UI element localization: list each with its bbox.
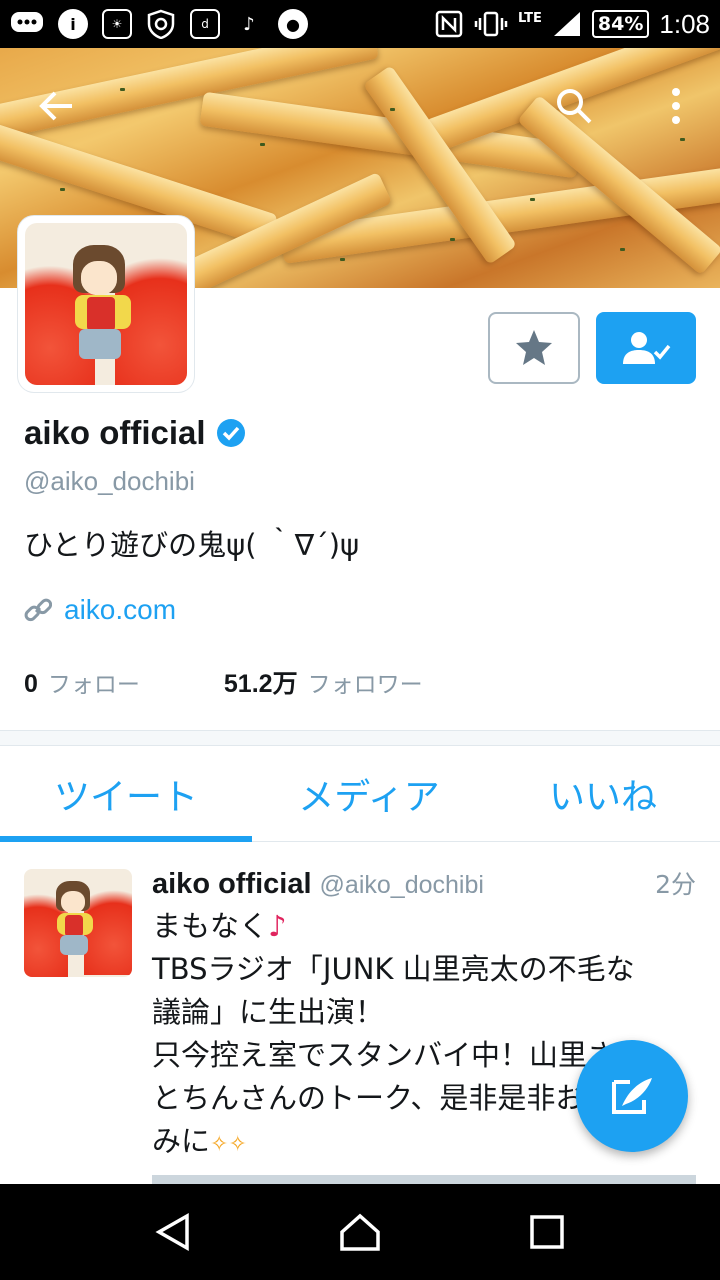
search-button[interactable] <box>546 78 602 134</box>
nfc-icon <box>434 9 464 39</box>
followers-label[interactable]: フォロワー <box>308 665 423 699</box>
favorite-button[interactable] <box>488 312 580 384</box>
network-type: LTE <box>518 10 542 26</box>
tweet-avatar[interactable] <box>24 869 132 977</box>
sparkles-emoji: ✧✧ <box>210 1132 247 1157</box>
nav-home-button[interactable] <box>330 1202 390 1262</box>
profile-avatar[interactable] <box>18 216 194 392</box>
profile-bio: ひとり遊びの鬼ψ( ｀∇´)ψ <box>24 528 360 562</box>
tweet-timestamp: 2分 <box>655 870 696 899</box>
back-button[interactable] <box>28 78 84 134</box>
tab-likes[interactable]: いいね <box>486 746 720 841</box>
verified-badge-icon <box>216 419 245 447</box>
status-bar: i ☀ d ♪ ● LTE 84% 1:08 <box>0 0 720 48</box>
user-check-icon <box>623 332 671 364</box>
home-icon <box>340 1213 380 1251</box>
music-app-icon: ♪ <box>243 13 255 35</box>
d-app-icon: d <box>190 9 220 39</box>
tweet-line-1: まもなく <box>152 909 269 943</box>
profile-link[interactable]: aiko.com <box>64 594 176 626</box>
info-icon: i <box>58 9 88 39</box>
clock: 1:08 <box>659 8 710 39</box>
more-options-button[interactable] <box>648 78 704 134</box>
followers-count[interactable]: 51.2万 <box>224 664 298 700</box>
battery-level: 84% <box>597 13 644 35</box>
triangle-back-icon <box>155 1212 190 1252</box>
recents-square-icon <box>529 1215 564 1249</box>
star-icon <box>516 330 552 365</box>
nav-back-button[interactable] <box>143 1202 203 1262</box>
link-icon <box>24 598 52 622</box>
search-icon <box>557 89 592 124</box>
tweet-author-handle[interactable]: @aiko_dochibi <box>320 871 484 900</box>
more-vertical-icon <box>672 88 680 124</box>
nav-recents-button[interactable] <box>517 1202 577 1262</box>
chat-icon <box>10 9 44 39</box>
profile-link-row[interactable]: aiko.com <box>24 594 176 626</box>
notification-icons: i ☀ d ♪ ● <box>10 9 308 39</box>
following-label[interactable]: フォロー <box>48 665 140 699</box>
music-note-emoji: ♪ <box>268 909 287 943</box>
compose-quill-icon <box>612 1078 652 1114</box>
tweet-line-6: みに <box>152 1124 211 1158</box>
system-icons: LTE 84% 1:08 <box>434 9 710 40</box>
avatar-illustration <box>25 223 187 385</box>
tab-tweets[interactable]: ツイート <box>0 746 252 842</box>
tweet-header: aiko official @aiko_dochibi 2分 <box>152 865 696 901</box>
tweet-line-3: 議論」に生出演！ <box>152 995 385 1029</box>
profile-stats: 0 フォロー 51.2万 フォロワー <box>24 664 423 700</box>
following-count[interactable]: 0 <box>24 670 38 699</box>
battery-indicator: 84% <box>591 10 650 38</box>
section-divider <box>0 730 720 746</box>
app-badge-icon: ● <box>278 9 308 39</box>
compose-tweet-button[interactable] <box>576 1040 688 1152</box>
profile-tabs: ツイート メディア いいね <box>0 746 720 842</box>
profile-name: aiko official <box>24 414 206 451</box>
signal-icon <box>552 9 582 39</box>
tab-media[interactable]: メディア <box>252 746 486 841</box>
profile-handle: @aiko_dochibi <box>24 466 195 496</box>
following-button[interactable] <box>596 312 696 384</box>
tweet-line-2: TBSラジオ「JUNK 山里亮太の不毛な <box>152 952 635 986</box>
tweet-author-name[interactable]: aiko official <box>152 868 312 901</box>
vibrate-icon <box>474 9 508 39</box>
android-navigation-bar <box>0 1184 720 1280</box>
arrow-left-icon <box>39 91 72 121</box>
shield-icon <box>146 9 176 39</box>
calendar-app-icon: ☀ <box>102 9 132 39</box>
profile-name-row: aiko official <box>24 414 246 452</box>
